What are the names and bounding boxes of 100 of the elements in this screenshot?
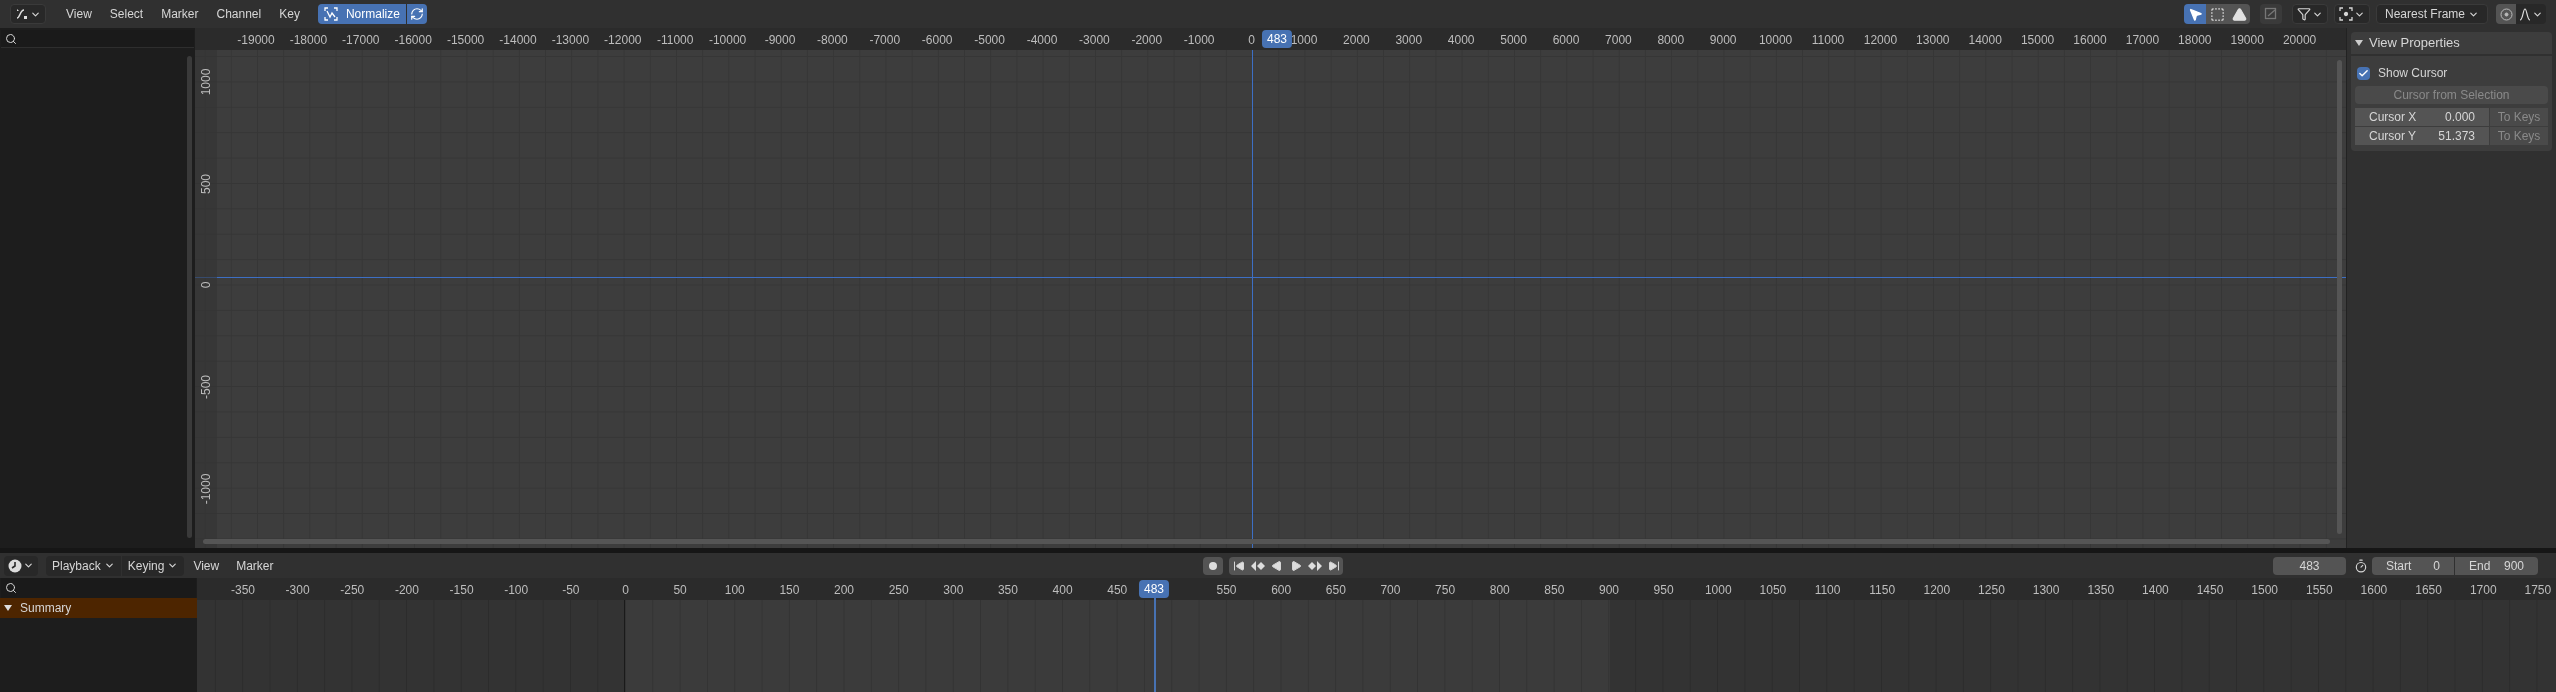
refresh-icon — [409, 7, 424, 21]
playhead-badge[interactable]: 483 — [1139, 580, 1169, 598]
checkbox[interactable] — [2357, 66, 2370, 80]
ruler-label: -10000 — [708, 32, 747, 49]
ruler-label: 750 — [1435, 582, 1456, 599]
ruler-label: 16000 — [2073, 32, 2107, 49]
ruler-label: -4000 — [1026, 32, 1058, 49]
ruler-label: 7000 — [1605, 32, 1632, 49]
ruler-label: -250 — [340, 582, 365, 599]
ruler-label: -19000 — [237, 32, 275, 49]
menu-item[interactable]: Select — [101, 4, 152, 24]
filter-icon — [2297, 7, 2311, 21]
ruler-label: 5000 — [1500, 32, 1527, 49]
ruler-label: -2000 — [1131, 32, 1163, 49]
number-field[interactable]: Cursor X 0.000 — [2355, 108, 2489, 126]
ruler-label: 1600 — [2360, 582, 2388, 599]
ruler-label: -13000 — [551, 32, 590, 49]
ruler-label: -12000 — [604, 32, 642, 49]
ruler-label: 500 — [198, 173, 214, 194]
normalize-view-button[interactable] — [2260, 4, 2282, 24]
reverse-play-icon — [1270, 559, 1283, 572]
field-label: Start — [2386, 557, 2412, 575]
ruler-label: 150 — [779, 582, 800, 599]
ruler-label: -11000 — [656, 32, 694, 49]
check-icon — [2358, 67, 2369, 79]
caret-icon — [103, 560, 115, 571]
ruler-label: -7000 — [869, 32, 901, 49]
graph-editor-icon — [15, 7, 29, 21]
ruler-label: 13000 — [1916, 32, 1950, 49]
ruler-label: -8000 — [817, 32, 848, 49]
stopwatch-icon — [2354, 558, 2368, 573]
menu-item[interactable]: View — [58, 4, 100, 24]
ruler-label: 1000 — [1704, 582, 1732, 599]
menu-item[interactable]: View — [185, 555, 228, 576]
ruler-label: 1550 — [2305, 582, 2333, 599]
ruler-label: -14000 — [499, 32, 537, 49]
ruler-label: 950 — [1653, 582, 1674, 599]
auto-keying-button[interactable] — [1203, 556, 1223, 575]
ruler-label: 650 — [1325, 582, 1346, 599]
ruler-label: 12000 — [1863, 32, 1898, 49]
falloff-dropdown[interactable] — [2516, 4, 2546, 24]
filter-dropdown[interactable] — [2292, 4, 2328, 24]
menu-item[interactable]: Channel — [208, 4, 270, 24]
warning-toggle[interactable] — [2228, 4, 2250, 24]
normalize-button[interactable]: Normalize — [317, 4, 406, 24]
ruler-label: -5000 — [974, 32, 1005, 49]
panel-header[interactable]: View Properties — [2351, 32, 2552, 54]
playhead-badge[interactable]: 483 — [1262, 30, 1292, 48]
ruler-label: 14000 — [1968, 32, 2002, 49]
menu-item[interactable]: Marker — [228, 555, 282, 576]
ruler-label: 1450 — [2196, 582, 2224, 599]
field-label: Cursor Y — [2369, 128, 2417, 145]
pointer-toggle[interactable] — [2184, 4, 2206, 24]
ruler-label: 550 — [1216, 582, 1237, 599]
ruler-label: 1350 — [2087, 582, 2115, 599]
editor-type-button[interactable] — [4, 555, 38, 576]
ruler-label: 1150 — [1869, 582, 1896, 599]
start-frame-field[interactable]: Start 0 — [2372, 556, 2454, 575]
circle-dot-icon — [2499, 7, 2513, 21]
dropdown-menu[interactable]: Keying — [121, 555, 185, 576]
proportional-editing-button[interactable] — [2496, 4, 2516, 24]
summary-channel[interactable]: Summary — [0, 598, 197, 618]
menu-item[interactable]: Key — [271, 4, 308, 24]
number-field[interactable]: Cursor Y 51.373 — [2355, 127, 2489, 145]
ruler-label: -100 — [504, 582, 529, 599]
ruler-label: 1750 — [2524, 582, 2552, 599]
editor-type-button[interactable] — [10, 4, 46, 24]
caret-icon — [167, 560, 179, 571]
menu-item[interactable]: Marker — [153, 4, 207, 24]
previous-keyframe-icon — [1250, 560, 1265, 571]
ruler-label: 350 — [997, 582, 1018, 599]
field-value: 0.000 — [2444, 109, 2475, 126]
ruler-label: 1250 — [1978, 582, 2005, 599]
field-value: 900 — [2503, 557, 2524, 575]
ruler-label: -18000 — [289, 32, 328, 49]
ruler-label: -3000 — [1079, 32, 1110, 49]
ruler-label: 1300 — [2032, 582, 2060, 599]
dropdown-menu[interactable]: Playback — [46, 555, 121, 576]
auto-normalize-button[interactable] — [406, 4, 427, 24]
ruler-label: 850 — [1544, 582, 1565, 599]
ruler-label: -6000 — [921, 32, 953, 49]
snap-dropdown[interactable]: Nearest Frame — [2376, 4, 2488, 24]
normalize-icon — [323, 7, 338, 21]
ruler-label: 3000 — [1395, 32, 1423, 49]
current-frame-field[interactable]: 483 — [2273, 556, 2346, 575]
ruler-label: 1000 — [1290, 32, 1318, 49]
end-frame-field[interactable]: End 900 — [2455, 556, 2538, 575]
ruler-label: 1700 — [2469, 582, 2497, 599]
ruler-label: 15000 — [2020, 32, 2055, 49]
field-label: End — [2469, 557, 2491, 575]
ruler-label: 900 — [1599, 582, 1619, 599]
next-keyframe-icon — [1307, 560, 1322, 571]
dashed-square-toggle[interactable] — [2206, 4, 2228, 24]
ruler-label: 18000 — [2178, 32, 2212, 49]
caret-icon — [23, 560, 34, 571]
ruler-label: 1400 — [2142, 582, 2169, 599]
ruler-label: 1200 — [1923, 582, 1951, 599]
ruler-label: 0 — [622, 582, 629, 599]
ruler-label: 1500 — [2251, 582, 2278, 599]
pivot-dropdown[interactable] — [2334, 4, 2370, 24]
